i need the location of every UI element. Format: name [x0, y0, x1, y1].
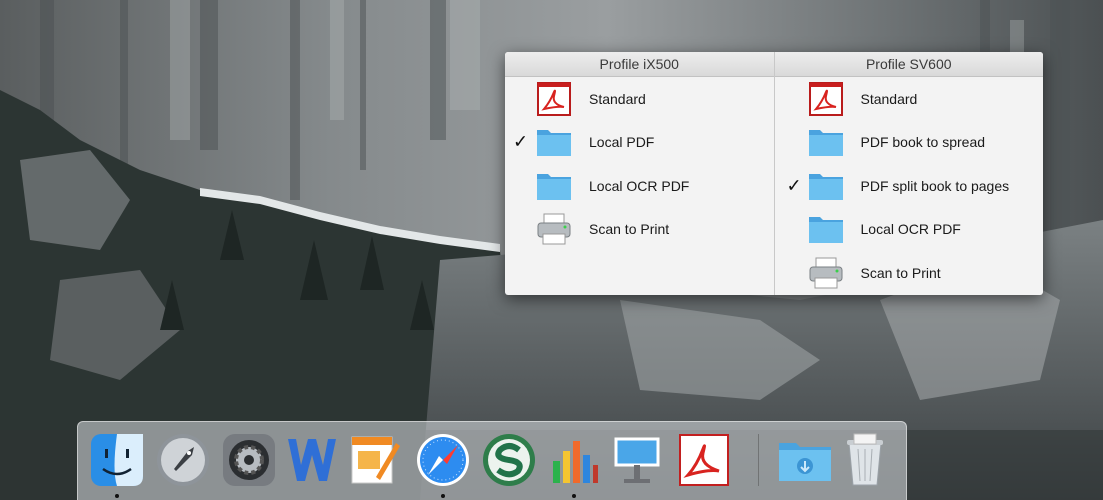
profile-item-label: Standard: [589, 90, 646, 107]
profile-item-label: Standard: [860, 90, 918, 107]
profile-item-standard[interactable]: Standard: [505, 77, 774, 121]
profile-ix500-column: Profile iX500 Standard ✓ Local PDF Local…: [505, 52, 774, 295]
running-indicator: [115, 494, 119, 498]
pdf-icon: [535, 81, 573, 116]
checkmark-icon: ✓: [786, 175, 802, 196]
profile-item-scan-to-print[interactable]: Scan to Print: [505, 208, 774, 252]
system-preferences-icon[interactable]: [220, 431, 278, 489]
scansnap-icon[interactable]: [480, 431, 538, 489]
profile-item-pdf-split-book-to-pages[interactable]: ✓ PDF split book to pages: [775, 164, 1044, 208]
profile-ix500-header: Profile iX500: [505, 52, 774, 77]
profile-item-label: Scan to Print: [589, 221, 670, 238]
word-icon[interactable]: [283, 431, 341, 489]
acrobat-icon[interactable]: [675, 431, 733, 489]
profile-item-label: PDF book to spread: [860, 134, 986, 151]
trash-icon[interactable]: [836, 431, 894, 489]
dock-separator: [758, 434, 759, 486]
scan-profile-menu: Profile iX500 Standard ✓ Local PDF Local…: [505, 52, 1043, 295]
folder-icon: [535, 169, 573, 203]
pages-icon[interactable]: [346, 431, 404, 489]
profile-item-label: Local PDF: [589, 134, 655, 151]
running-indicator: [572, 494, 576, 498]
launchpad-icon[interactable]: [154, 431, 212, 489]
profile-item-scan-to-print[interactable]: Scan to Print: [775, 251, 1044, 295]
folder-icon: [807, 169, 845, 203]
profile-item-standard[interactable]: Standard: [775, 77, 1044, 121]
printer-icon: [807, 256, 845, 290]
profile-sv600-header: Profile SV600: [774, 52, 1043, 77]
profile-item-local-pdf[interactable]: ✓ Local PDF: [505, 121, 774, 165]
profile-item-label: Scan to Print: [860, 264, 941, 281]
dock: [77, 421, 907, 500]
profile-item-label: Local OCR PDF: [860, 221, 961, 238]
folder-icon: [807, 212, 845, 246]
downloads-folder-icon[interactable]: [776, 431, 834, 489]
safari-icon[interactable]: [414, 431, 472, 489]
profile-item-label: PDF split book to pages: [860, 177, 1010, 194]
keynote-icon[interactable]: [608, 431, 666, 489]
folder-icon: [807, 125, 845, 159]
profile-item-label: Local OCR PDF: [589, 177, 690, 194]
pdf-icon: [807, 81, 845, 116]
profile-item-local-ocr-pdf[interactable]: Local OCR PDF: [505, 164, 774, 208]
checkmark-icon: ✓: [513, 131, 529, 152]
running-indicator: [441, 494, 445, 498]
profile-item-pdf-book-to-spread[interactable]: PDF book to spread: [775, 121, 1044, 165]
finder-icon[interactable]: [88, 431, 146, 489]
numbers-icon[interactable]: [545, 431, 603, 489]
profile-item-local-ocr-pdf[interactable]: Local OCR PDF: [775, 208, 1044, 252]
folder-icon: [535, 125, 573, 159]
profile-sv600-column: Profile SV600 Standard PDF book to sprea…: [773, 52, 1044, 295]
printer-icon: [535, 212, 573, 246]
